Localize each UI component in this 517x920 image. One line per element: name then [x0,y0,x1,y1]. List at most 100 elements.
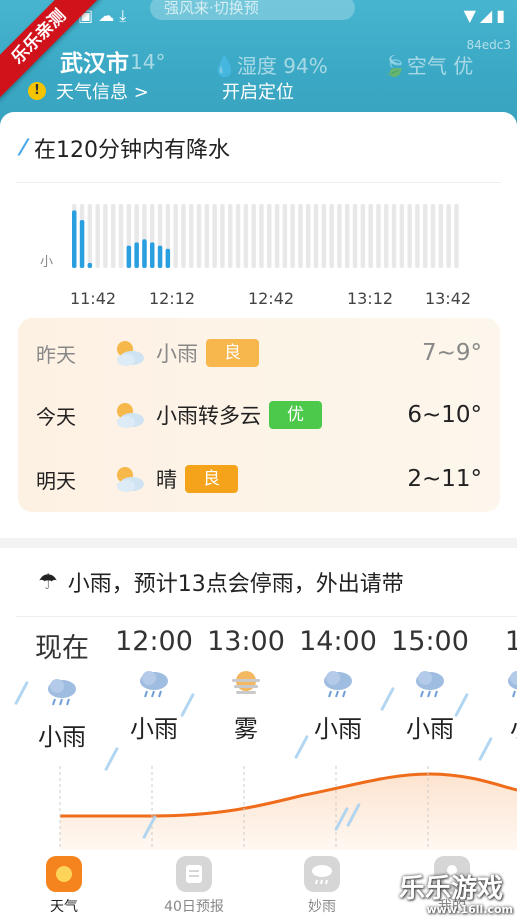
fog-icon [228,667,264,701]
x-tick-label: 12:12 [149,289,195,308]
rain-bar-track [111,204,116,268]
hour-desc: 小雨 [38,723,86,751]
warning-icon: ! [28,82,46,100]
rain-bar-track [430,204,436,268]
rain-bar-track [228,204,233,268]
rain-bar-track [243,204,249,268]
hourly-item[interactable]: 16 小 [472,626,517,744]
forecast-day: 昨天 [36,342,76,367]
rain-bar-track [87,204,93,268]
rain-bar [126,245,132,268]
hourly-item[interactable]: 12:00 小雨 [104,626,204,744]
rain-bar-track [173,204,178,268]
rain-bar-track [415,204,420,268]
hour-desc: 小雨 [130,715,178,743]
air-quality-label: 🍃空气 优 [382,54,474,78]
forecast-row-today[interactable]: 今天 小雨转多云优 6~10° [18,390,500,440]
rain-bar-track [118,204,124,268]
hourly-item[interactable]: 现在 小雨 [12,626,112,752]
rain-bar-track [407,204,412,268]
calendar-icon [176,856,212,892]
humidity-label: 💧湿度 94% [212,54,328,78]
rain-bar-track [189,204,194,268]
hour-time: 12:00 [115,626,193,657]
forecast-temp: 2~11° [407,466,482,492]
hour-desc: 雾 [234,715,258,743]
rain-bar-track [282,204,288,268]
rain-bar-chart: 小 11:42 12:12 12:42 13:12 13:42 [40,204,471,308]
city-name[interactable]: 武汉市 [60,44,129,78]
rain-bar-track [376,204,381,268]
rain-bar-track [274,204,280,268]
hourly-forecast[interactable]: 现在小雨12:00小雨13:00雾14:00小雨15:00小雨16小 [0,626,517,850]
rain-bar-track [298,204,303,268]
tab-label: 40日预报 [164,899,224,915]
hourly-item[interactable]: 14:00 小雨 [288,626,388,744]
divider [16,182,501,183]
hourly-item[interactable]: 13:00 雾 [196,626,296,744]
rain-bar-track [423,204,428,268]
tab-label: 妙雨 [308,899,336,915]
status-right-icons: ▼◢▮ [463,6,509,25]
rain-bar-track [313,204,319,268]
site-watermark: 乐乐游戏 www.16ll.com [399,874,513,916]
rain-bar-track [345,204,350,268]
section-separator [0,538,517,548]
rain-bar-track [181,204,186,268]
rain-cloud-icon [320,667,356,701]
forecast-desc: 晴 [156,468,177,492]
rain-bar-track [95,204,100,268]
hour-time: 13:00 [207,626,285,657]
ticker-pill[interactable]: 强风来·切换预 [150,0,355,20]
rain-bar-track [360,204,366,268]
rain-tip[interactable]: ☂ 小雨，预计13点会停雨，外出请带 [38,566,458,598]
rain-bar-track [204,204,210,268]
tip-text: 小雨，预计13点会停雨，外出请带 [67,572,404,597]
hour-desc: 小 [472,709,517,744]
x-tick-label: 11:42 [70,289,116,308]
rain-bar-track [212,204,217,268]
rain-bar [157,245,163,268]
rain-bar-track [290,204,295,268]
sun-cloud-icon [112,338,146,368]
umbrella-icon: ☂ [38,569,58,595]
sun-icon [46,856,82,892]
forecast-temp: 7~9° [421,340,482,366]
rain-card: ⁄⁄⁄ 在120分钟内有降水 小 11:42 12:12 12:42 13:12 13:… [0,112,517,536]
leaf-icon: 🍃 [382,54,407,78]
rain-title: ⁄⁄⁄ 在120分钟内有降水 [22,136,230,164]
weather-info-label: 天气信息 > [56,82,149,103]
divider [16,616,517,617]
rain-bar-track [391,204,397,268]
x-tick-label: 13:42 [425,289,471,308]
forecast-day: 明天 [36,468,76,493]
rain-bar [72,210,77,268]
tab-calendar[interactable]: 40日预报 [144,856,244,916]
hour-time: 15:00 [391,626,469,657]
rain-cloud-icon [136,667,172,701]
aqi-badge: 优 [269,401,322,429]
rain-bar [79,220,85,268]
hourly-item[interactable]: 15:00 小雨 [380,626,480,744]
daily-forecast-panel[interactable]: 昨天 小雨良 7~9° 今天 小雨转多云优 6~10° 明天晴良 2~11° [18,318,500,512]
y-axis-label: 小 [40,255,53,270]
rain-icon [304,856,340,892]
rain-bar-track [196,204,202,268]
temperature-curve [59,766,517,850]
rain-cloud-icon [412,667,448,701]
forecast-row-tomorrow[interactable]: 明天 晴良 2~11° [18,454,500,504]
tab-rain[interactable]: 妙雨 [272,856,372,916]
rain-bar-track [235,204,241,268]
current-temp: 14° [130,50,166,74]
forecast-row-yesterday[interactable]: 昨天 小雨良 7~9° [18,328,500,378]
weather-info-link[interactable]: ! 天气信息 > [28,78,149,104]
rain-cloud-icon [504,667,517,701]
rain-bar-track [321,204,327,268]
rain-bar [134,242,139,268]
rain-bar [150,242,155,268]
forecast-desc: 小雨 [156,342,198,366]
tab-sun[interactable]: 天气 [14,856,114,916]
rain-bar-track [438,204,444,268]
hex-id: 84edc3 [466,38,511,52]
enable-location-button[interactable]: 开启定位 [222,78,294,104]
